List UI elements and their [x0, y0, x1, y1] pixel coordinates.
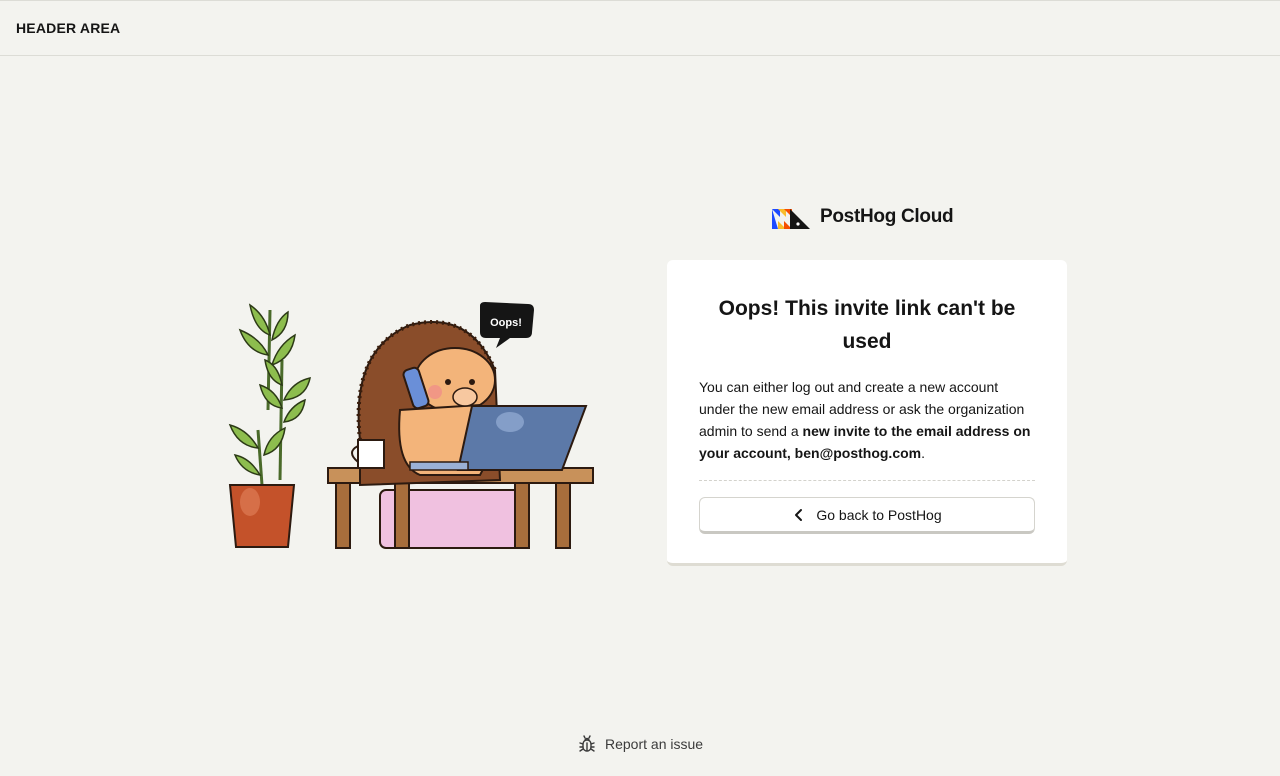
speech-bubble: Oops! — [480, 302, 534, 348]
header-area: HEADER AREA — [0, 0, 1280, 56]
report-issue-link[interactable]: Report an issue — [578, 734, 703, 754]
speech-bubble-text: Oops! — [490, 317, 522, 329]
bug-icon — [579, 735, 595, 752]
go-back-button-label: Go back to PostHog — [816, 506, 942, 523]
card-message-end: . — [921, 445, 925, 461]
go-back-button[interactable]: Go back to PostHog — [699, 497, 1035, 534]
invite-error-card: Oops! This invite link can't be used You… — [667, 260, 1067, 566]
chevron-left-icon — [795, 508, 803, 521]
card-message: You can either log out and create a new … — [699, 376, 1035, 464]
brand-name: PostHog Cloud — [820, 206, 954, 227]
divider — [699, 480, 1035, 481]
mug — [351, 439, 385, 469]
report-issue-label: Report an issue — [605, 736, 704, 752]
posthog-logo-icon — [772, 209, 810, 229]
plant — [228, 303, 311, 548]
brand-logo: PostHog Cloud — [772, 202, 954, 232]
header-title: HEADER AREA — [16, 20, 121, 36]
card-title: Oops! This invite link can't be used — [718, 297, 1016, 353]
hedgehog-illustration: Oops! — [228, 302, 594, 549]
